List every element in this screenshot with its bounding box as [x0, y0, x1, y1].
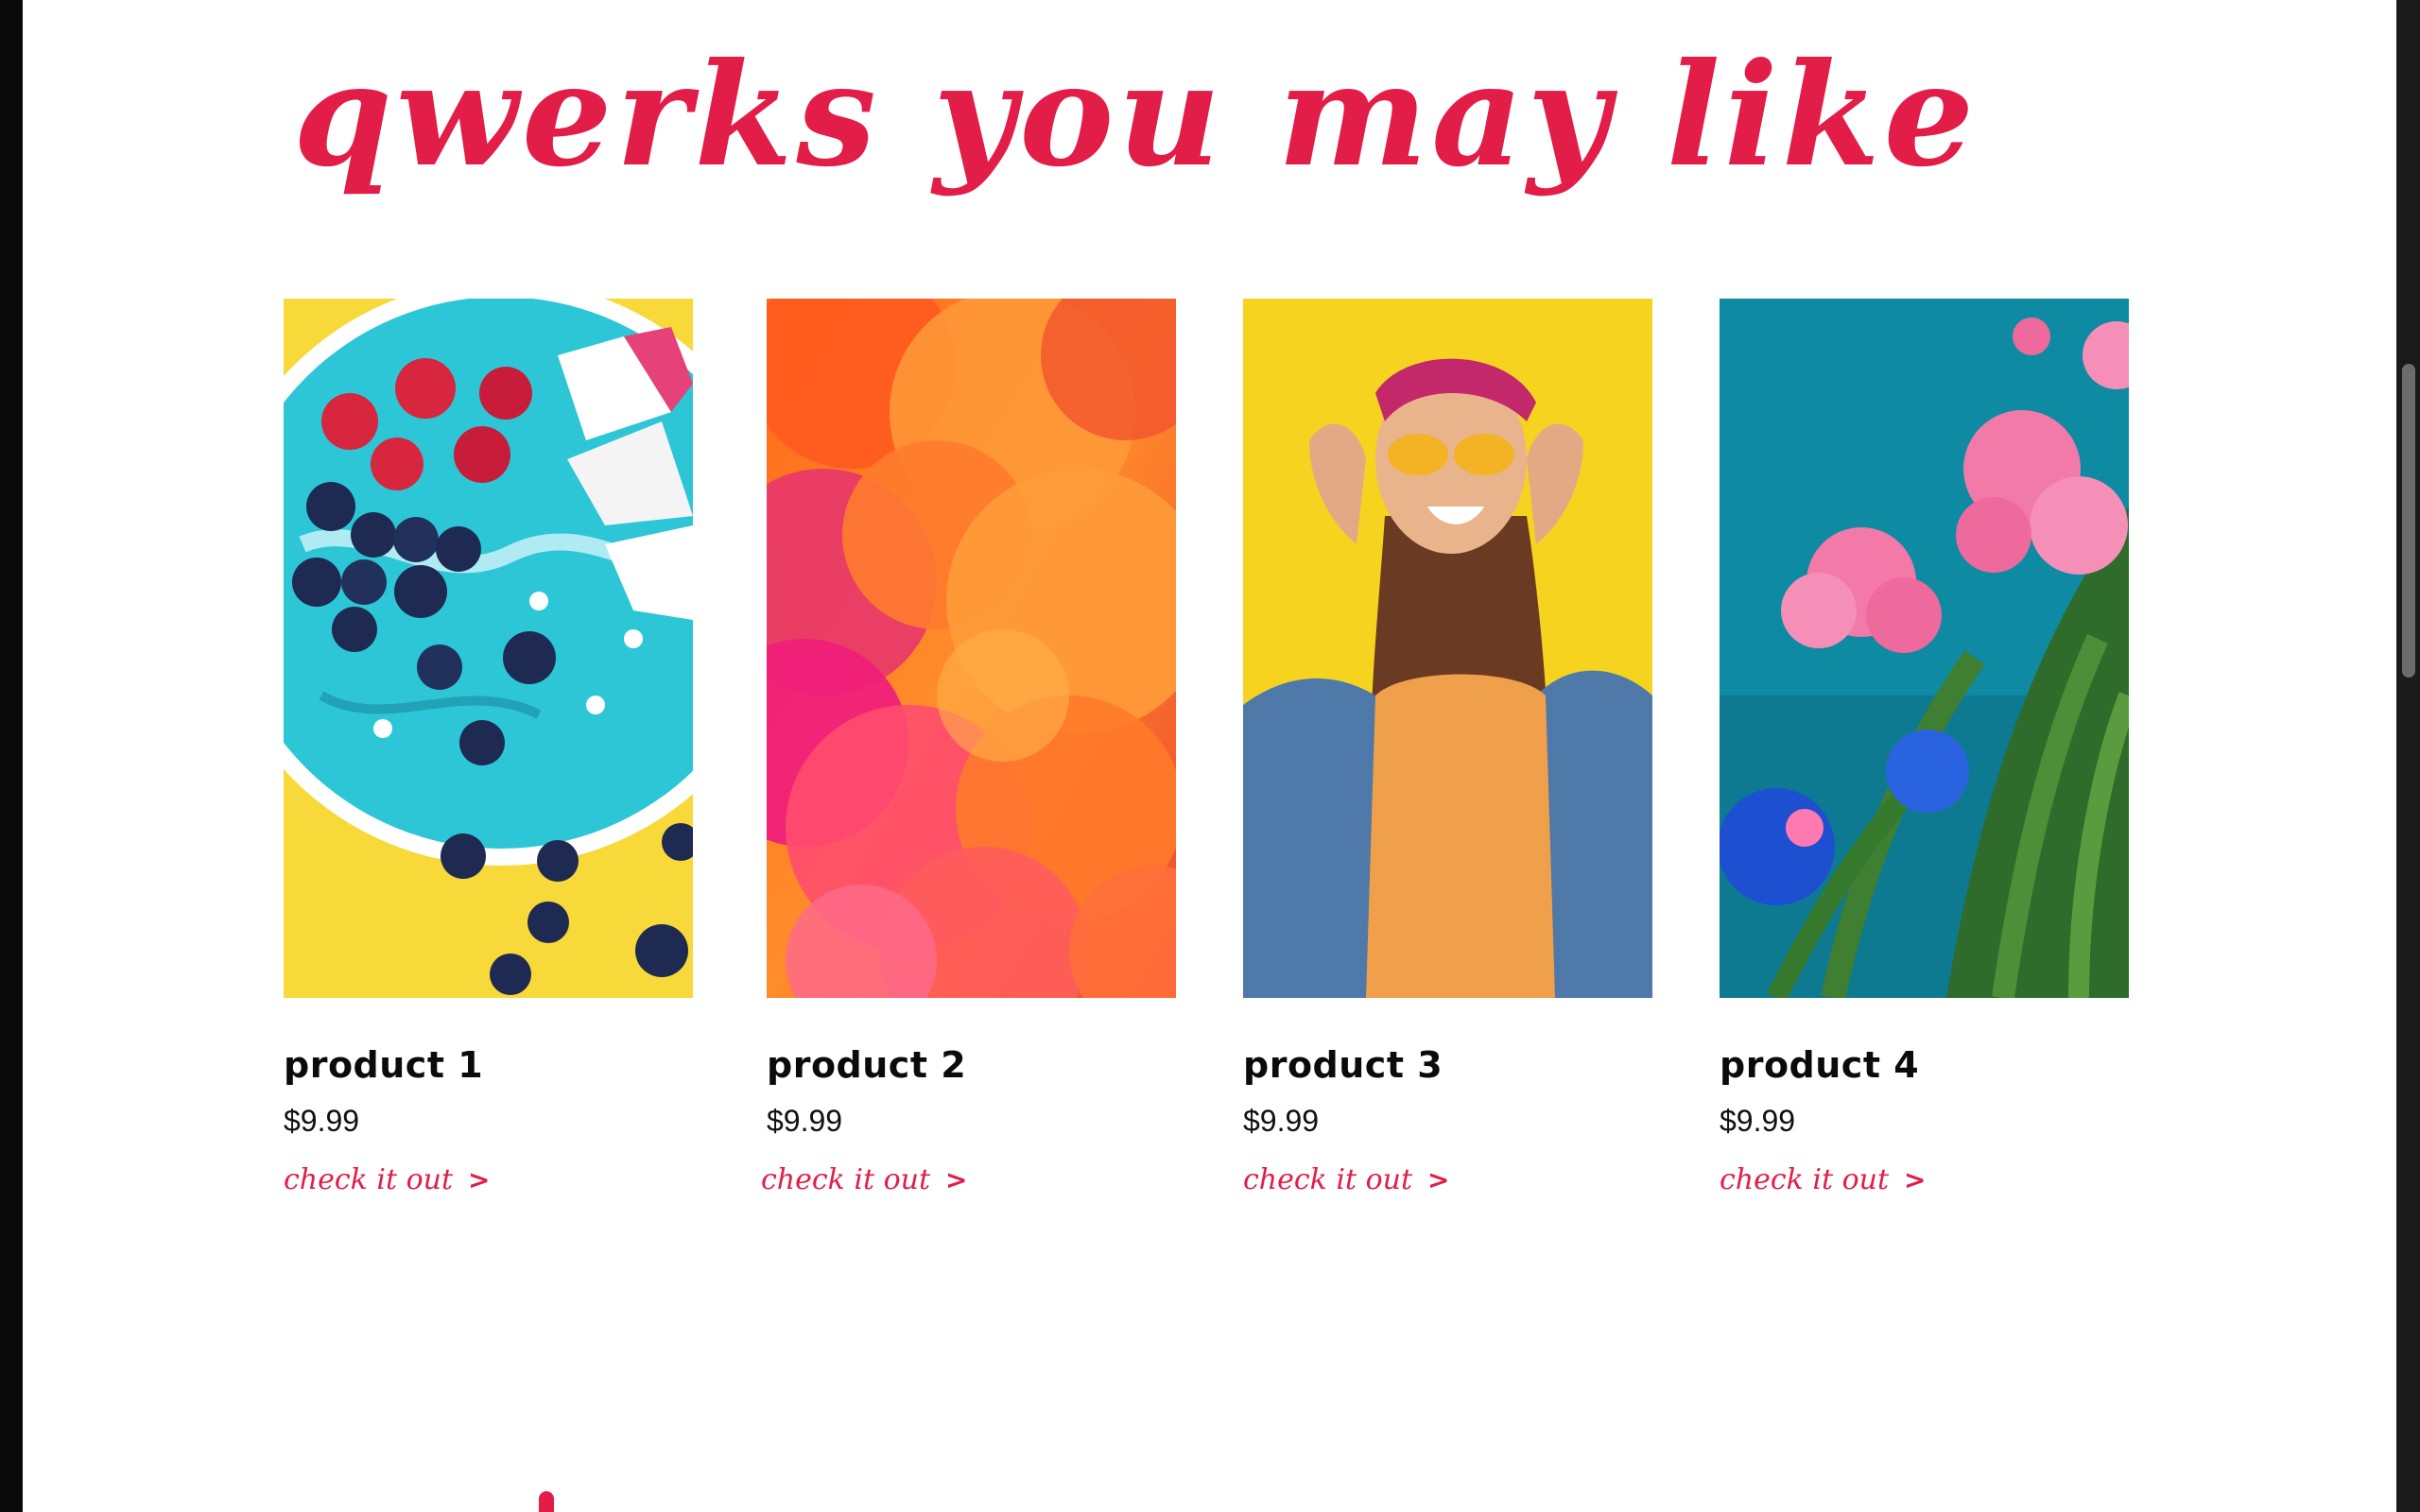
- product-price: $9.99: [767, 1104, 843, 1138]
- check-it-out-link[interactable]: check it out >: [1243, 1162, 1450, 1198]
- chevron-right-icon: >: [1427, 1164, 1450, 1195]
- product-image-2[interactable]: [767, 299, 1176, 998]
- product-image-3[interactable]: [1243, 299, 1652, 998]
- chevron-right-icon: >: [1904, 1164, 1927, 1195]
- laughing-woman-icon: [1243, 299, 1652, 998]
- colorful-smoke-icon: [767, 299, 1176, 998]
- product-price: $9.99: [1243, 1104, 1320, 1138]
- check-it-out-label: check it out: [1720, 1163, 1890, 1196]
- product-price: $9.99: [1720, 1104, 1796, 1138]
- product-card-1: product 1 $9.99 check it out >: [284, 299, 693, 1198]
- product-name: product 1: [284, 1044, 484, 1086]
- product-price: $9.99: [284, 1104, 360, 1138]
- check-it-out-label: check it out: [1243, 1163, 1413, 1196]
- check-it-out-link[interactable]: check it out >: [284, 1162, 491, 1198]
- product-name: product 3: [1243, 1044, 1443, 1086]
- check-it-out-link[interactable]: check it out >: [761, 1162, 968, 1198]
- check-it-out-link[interactable]: check it out >: [1720, 1162, 1927, 1198]
- smoothie-bowl-icon: [284, 299, 693, 998]
- next-section-heading-fragment: [539, 1491, 554, 1512]
- check-it-out-label: check it out: [761, 1163, 931, 1196]
- product-name: product 4: [1720, 1044, 1920, 1086]
- window-frame-left: [0, 0, 23, 1512]
- chevron-right-icon: >: [468, 1164, 491, 1195]
- product-image-1[interactable]: [284, 299, 693, 998]
- product-image-4[interactable]: [1720, 299, 2129, 998]
- product-card-4: product 4 $9.99 check it out >: [1720, 299, 2129, 1198]
- product-card-2: product 2 $9.99 check it out >: [761, 299, 1176, 1198]
- scrollbar-thumb[interactable]: [2402, 364, 2415, 678]
- chevron-right-icon: >: [945, 1164, 968, 1195]
- check-it-out-label: check it out: [284, 1163, 454, 1196]
- product-name: product 2: [767, 1044, 967, 1086]
- page-content: qwerks you may like product 1 $9.99 chec…: [23, 0, 2396, 1512]
- section-title: qwerks you may like: [293, 32, 1979, 198]
- vertical-scrollbar[interactable]: [2396, 0, 2420, 1512]
- product-card-3: product 3 $9.99 check it out >: [1243, 299, 1652, 1198]
- flowers-icon: [1720, 299, 2129, 998]
